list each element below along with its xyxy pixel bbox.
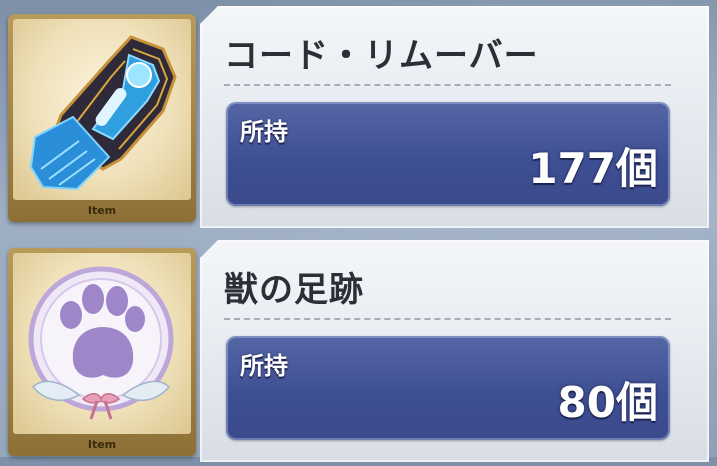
item-row[interactable]: Item 獣の足跡 所持 80個 bbox=[0, 240, 717, 466]
divider bbox=[224, 84, 671, 86]
owned-count-box: 所持 80個 bbox=[226, 336, 670, 440]
owned-value: 177個 bbox=[528, 144, 658, 193]
item-name: 獣の足跡 bbox=[224, 270, 364, 310]
item-thumbnail[interactable]: Item bbox=[8, 14, 196, 222]
item-type-label: Item bbox=[87, 204, 117, 217]
item-image-frame bbox=[13, 253, 191, 434]
owned-value: 80個 bbox=[557, 378, 658, 427]
beast-footprint-icon bbox=[28, 266, 174, 420]
owned-label: 所持 bbox=[240, 352, 288, 380]
owned-count-box: 所持 177個 bbox=[226, 102, 670, 206]
item-info-panel: コード・リムーバー 所持 177個 bbox=[200, 6, 709, 228]
item-info-panel: 獣の足跡 所持 80個 bbox=[200, 240, 709, 462]
item-image-frame bbox=[13, 19, 191, 200]
code-remover-icon bbox=[29, 35, 177, 191]
item-name: コード・リムーバー bbox=[224, 36, 539, 76]
divider bbox=[224, 318, 671, 320]
item-type-label: Item bbox=[87, 438, 117, 451]
owned-label: 所持 bbox=[240, 118, 288, 146]
item-row[interactable]: Item コード・リムーバー 所持 177個 bbox=[0, 6, 717, 232]
item-thumbnail[interactable]: Item bbox=[8, 248, 196, 456]
